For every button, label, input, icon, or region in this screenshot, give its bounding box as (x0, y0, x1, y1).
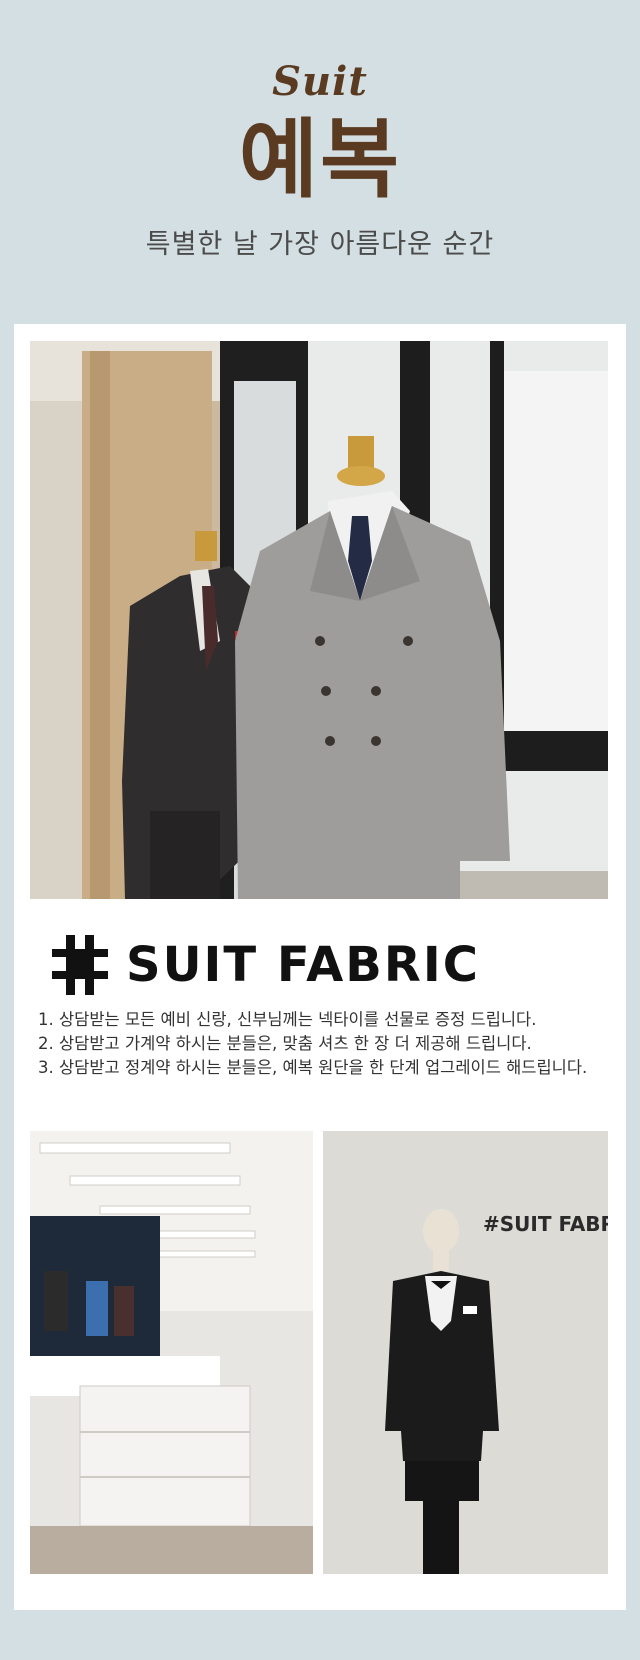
subtitle: 특별한 날 가장 아름다운 순간 (145, 229, 495, 260)
content-card: SUIT FABRIC 1. 상담받는 모든 예비 신랑, 신부님께는 넥타이를… (14, 324, 626, 1610)
header-section: Suit 예복 특별한 날 가장 아름다운 순간 (0, 0, 640, 310)
benefit-item: 2. 상담받고 가계약 하시는 분들은, 맞춤 셔츠 한 장 더 제공해 드립니… (38, 1034, 532, 1053)
wall-sign: #SUIT FABRIC (483, 1212, 608, 1236)
showroom-photo (30, 1131, 313, 1574)
hash-logo-icon (52, 935, 108, 995)
brand-name: SUIT FABRIC (126, 937, 480, 993)
benefits-list: 1. 상담받는 모든 예비 신랑, 신부님께는 넥타이를 선물로 증정 드립니다… (38, 1008, 608, 1080)
benefit-item: 1. 상담받는 모든 예비 신랑, 신부님께는 넥타이를 선물로 증정 드립니다… (38, 1010, 537, 1029)
benefit-item: 3. 상담받고 정계약 하시는 분들은, 예복 원단을 한 단계 업그레이드 해… (38, 1058, 588, 1077)
script-title: Suit (272, 58, 368, 105)
tuxedo-mannequin-photo: #SUIT FABRIC (323, 1131, 608, 1574)
main-title: 예복 (238, 110, 402, 210)
brand-row: SUIT FABRIC (52, 930, 480, 1000)
hero-suit-photo (30, 341, 608, 899)
